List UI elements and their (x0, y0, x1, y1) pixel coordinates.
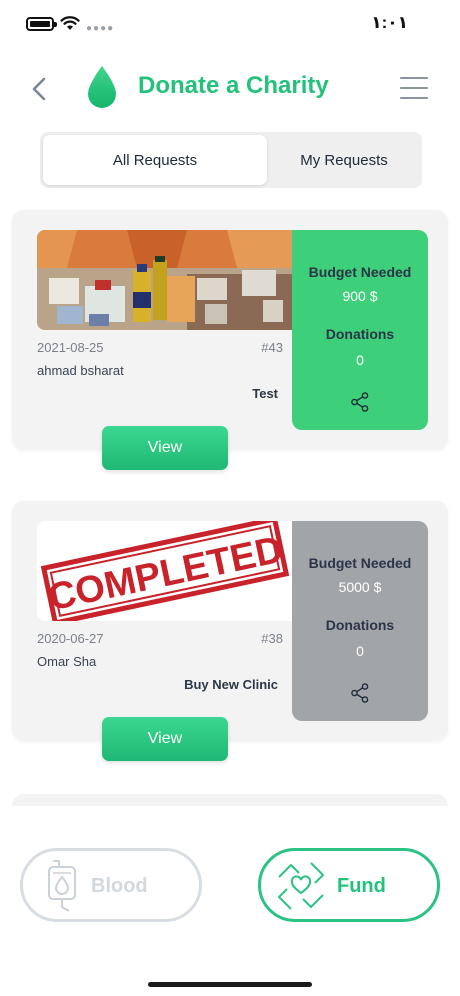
request-image (37, 230, 293, 330)
request-title: Buy New Clinic (184, 677, 278, 692)
budget-value: 900 $ (342, 288, 378, 304)
requester-name: Omar Sha (37, 654, 97, 669)
hamburger-menu-icon[interactable] (400, 77, 428, 99)
blood-label: Blood (91, 875, 148, 897)
budget-value: 5000 $ (338, 579, 382, 595)
page-title: Donate a Charity (138, 72, 329, 99)
request-number: #43 (261, 340, 283, 355)
request-title: Test (252, 386, 278, 401)
budget-label: Budget Needed (308, 264, 412, 280)
request-image: COMPLETED (37, 521, 293, 621)
status-time: ١:٠١ (371, 13, 408, 32)
back-icon[interactable] (28, 76, 50, 102)
hands-heart-icon (278, 862, 324, 910)
status-bar: ●●●● ١:٠١ (0, 0, 460, 46)
request-number: #38 (261, 631, 283, 646)
budget-panel: Budget Needed 900 $ Donations 0 (292, 230, 428, 430)
tab-all-requests[interactable]: All Requests (43, 135, 267, 185)
request-tabs: All Requests My Requests (40, 132, 422, 188)
view-button[interactable]: View (102, 717, 228, 761)
request-card: COMPLETED 2020-06-27 #38 Omar Sha Buy Ne… (12, 501, 448, 761)
signal-icon: ●●●● (86, 23, 115, 34)
donations-label: Donations (325, 617, 395, 633)
tab-my-requests[interactable]: My Requests (269, 135, 419, 185)
budget-label: Budget Needed (308, 555, 412, 571)
donations-value: 0 (356, 352, 364, 368)
home-indicator (148, 982, 312, 987)
food-supplies-photo (37, 230, 293, 330)
view-button[interactable]: View (102, 426, 228, 470)
donations-value: 0 (356, 643, 364, 659)
drop-logo-icon (88, 66, 116, 108)
blood-bag-icon (48, 860, 76, 912)
share-icon[interactable] (351, 392, 369, 412)
fund-label: Fund (337, 875, 386, 897)
fund-button[interactable]: Fund (258, 848, 440, 922)
request-date: 2020-06-27 (37, 631, 104, 646)
budget-panel: Budget Needed 5000 $ Donations 0 (292, 521, 428, 721)
request-card: 2021-08-25 #43 ahmad bsharat Test Budget… (12, 210, 448, 470)
requester-name: ahmad bsharat (37, 363, 124, 378)
request-date: 2021-08-25 (37, 340, 104, 355)
blood-button[interactable]: Blood (20, 848, 202, 922)
battery-icon (26, 17, 57, 31)
donations-label: Donations (325, 326, 395, 342)
completed-stamp-image: COMPLETED (40, 521, 290, 621)
share-icon[interactable] (351, 683, 369, 703)
wifi-icon (60, 16, 80, 30)
